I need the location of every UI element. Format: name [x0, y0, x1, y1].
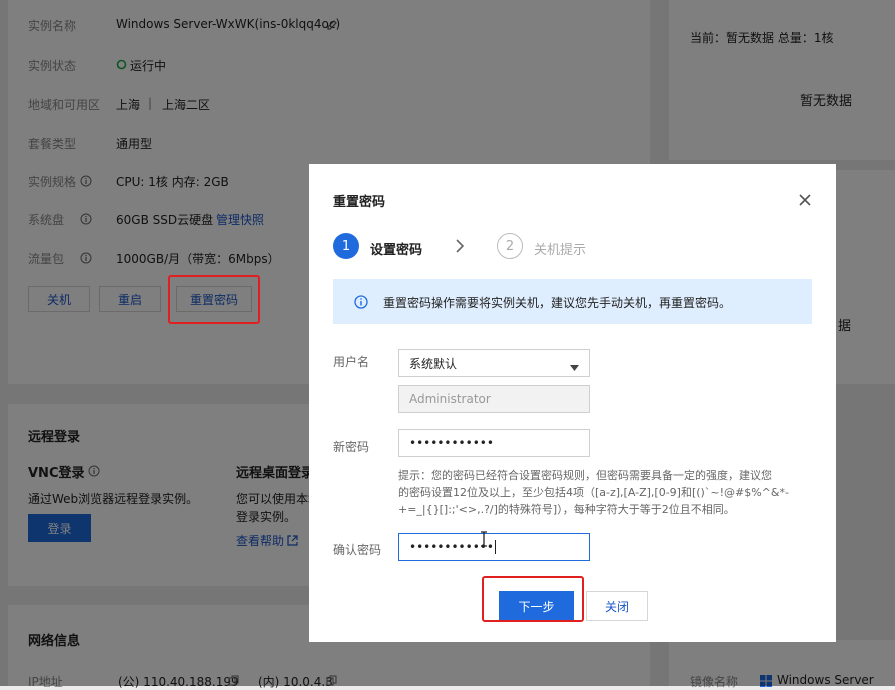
reset-password-dialog: 重置密码 1 设置密码 2 关机提示 重置密码操作需要将实例关机，建议您先手动关…: [309, 164, 836, 642]
username-select-value: 系统默认: [409, 356, 458, 371]
username-label: 用户名: [333, 355, 370, 369]
ibeam-cursor-icon: [479, 531, 489, 550]
notice-text: 重置密码操作需要将实例关机，建议您先手动关机，再重置密码。: [383, 296, 732, 310]
close-button[interactable]: 关闭: [586, 591, 648, 621]
highlight-reset-password: [168, 275, 260, 324]
username-select[interactable]: 系统默认: [398, 349, 590, 377]
password-hint-2: 的密码设置12位及以上，至少包括4项（[a-z],[A-Z],[0-9]和[()…: [398, 486, 789, 499]
step-1-indicator: 1: [333, 233, 359, 259]
notice-banner: 重置密码操作需要将实例关机，建议您先手动关机，再重置密码。: [333, 279, 812, 324]
username-readonly-field: Administrator: [398, 385, 590, 413]
step-2-indicator: 2: [497, 233, 523, 259]
step-2-label: 关机提示: [534, 243, 587, 258]
caret-down-icon: [570, 360, 579, 374]
text-caret: [494, 540, 496, 554]
password-hint-1: 提示：您的密码已经符合设置密码规则，但密码需要具备一定的强度，建议您: [398, 469, 772, 482]
confirm-password-label: 确认密码: [333, 543, 382, 557]
new-password-input[interactable]: ••••••••••••: [398, 429, 590, 457]
info-circle-icon: [354, 294, 368, 309]
dialog-title: 重置密码: [333, 195, 386, 210]
chevron-right-icon: [455, 238, 465, 253]
confirm-password-input[interactable]: ••••••••••••: [398, 533, 590, 561]
highlight-next-button: [482, 576, 584, 622]
step-1-label: 设置密码: [370, 243, 423, 258]
username-readonly-value: Administrator: [409, 392, 491, 406]
close-icon[interactable]: [798, 192, 812, 207]
new-password-value: ••••••••••••: [409, 436, 494, 450]
password-hint-3: +=_|{}[]:;'<>,.?/]的特殊符号]），每种字符大于等于2位且不相同…: [398, 503, 735, 516]
new-password-label: 新密码: [333, 440, 370, 454]
